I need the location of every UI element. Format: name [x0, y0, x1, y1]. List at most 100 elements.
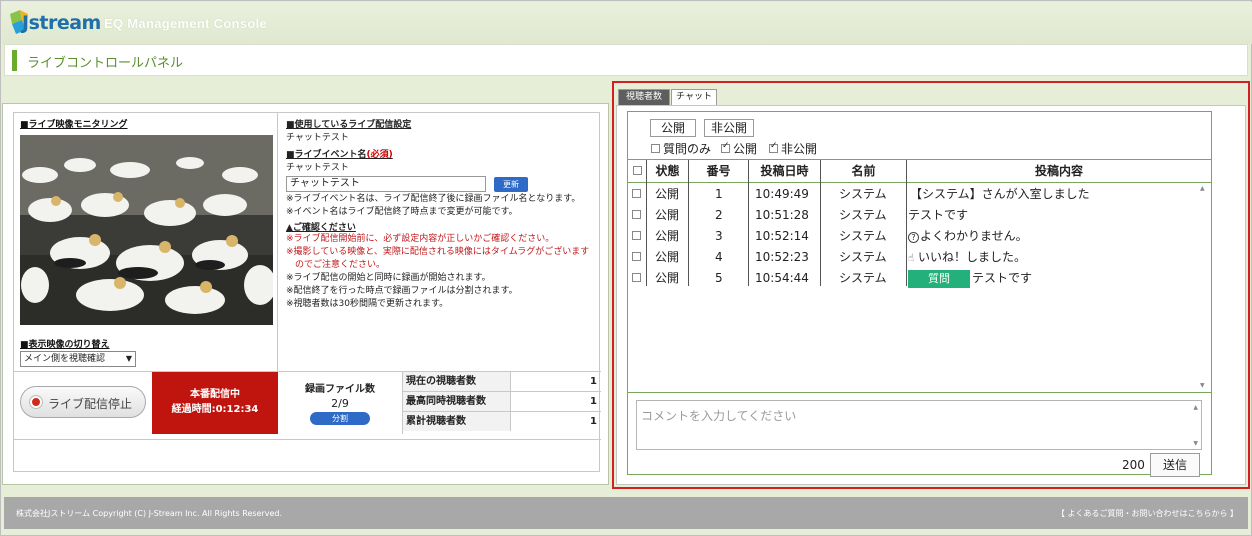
- footer: 株式会社Jストリーム Copyright (C) J-Stream Inc. A…: [4, 497, 1248, 529]
- row-name: システム: [839, 187, 887, 201]
- checkbox-private[interactable]: [769, 141, 778, 153]
- rec-title: 録画ファイル数: [305, 384, 375, 395]
- row-checkbox-box[interactable]: [632, 189, 641, 198]
- scroll-up-icon[interactable]: ▲: [1193, 404, 1198, 411]
- header-name[interactable]: 名前: [821, 160, 907, 183]
- tab-viewers[interactable]: 視聴者数: [618, 89, 670, 105]
- required-mark: (必須): [366, 150, 393, 160]
- dropdown-arrow-icon: ▼: [125, 354, 132, 363]
- row-checkbox[interactable]: [632, 205, 644, 226]
- app-window: Jstream EQ Management Console ライブコントロールパ…: [0, 0, 1252, 536]
- row-name: システム: [839, 250, 887, 264]
- config-value: チャットテスト: [286, 133, 349, 143]
- row-number: 1: [715, 187, 723, 201]
- table-scrollbar[interactable]: ▲ ▼: [1198, 183, 1210, 391]
- event-title: ■ライブイベント名(必須): [286, 147, 600, 160]
- header-select-all[interactable]: [628, 160, 647, 183]
- filter-public-label: 公開: [733, 142, 758, 156]
- elapsed-time: 経過時間:0:12:34: [171, 404, 259, 415]
- table-row[interactable]: 公開 2 10:51:28 システム テストです: [628, 205, 1198, 226]
- send-button[interactable]: 送信: [1150, 453, 1200, 477]
- row-content: いいね！しました。: [918, 250, 1027, 264]
- row-number: 2: [715, 208, 723, 222]
- chat-table: 状態 番号 投稿日時 名前 投稿内容 公開 1 10:49:49 システム 【シ…: [628, 159, 1211, 393]
- faq-link[interactable]: 【 よくあるご質問・お問い合わせはこちらから 】: [1057, 508, 1238, 519]
- config-title: ■使用しているライブ配信設定: [286, 120, 412, 130]
- row-checkbox[interactable]: [632, 247, 644, 268]
- live-status-box: 本番配信中 経過時間:0:12:34: [152, 372, 278, 434]
- question-badge: 質問: [908, 269, 970, 288]
- view-switch-value: メイン側を視聴確認: [24, 354, 106, 364]
- row-checkbox-box[interactable]: [632, 210, 641, 219]
- event-title-text: ■ライブイベント名: [286, 150, 367, 160]
- chat-panel: 視聴者数 チャット 公開 非公開 質問のみ 公開 非公開 状態: [612, 81, 1250, 489]
- table-row[interactable]: 公開 4 10:52:23 システム ☝ いいね！しました。: [628, 247, 1198, 268]
- row-number: 3: [715, 229, 723, 243]
- title-accent: [12, 50, 17, 71]
- switch-title: ■表示映像の切り替え: [20, 340, 110, 350]
- jstream-logo[interactable]: Jstream: [8, 8, 101, 38]
- table-row[interactable]: 公開 3 10:52:14 システム ? よくわかりません。: [628, 226, 1198, 247]
- unpublish-button[interactable]: 非公開: [704, 119, 754, 137]
- record-dot-icon: [30, 396, 42, 408]
- view-switch-select[interactable]: メイン側を視聴確認 ▼: [20, 351, 136, 367]
- event-input-row: チャットテスト 更新: [286, 176, 600, 192]
- update-button[interactable]: 更新: [494, 176, 528, 192]
- checkbox-select-all[interactable]: [632, 166, 642, 175]
- filter-questions[interactable]: 質問のみ: [651, 140, 711, 157]
- filter-private-label: 非公開: [781, 142, 818, 156]
- comment-input[interactable]: コメントを入力してください ▲ ▼: [636, 400, 1202, 450]
- live-video-monitor[interactable]: [20, 135, 273, 325]
- event-name-input[interactable]: チャットテスト: [286, 176, 486, 192]
- table-row[interactable]: 公開 1 10:49:49 システム 【システム】さんが入室しました: [628, 184, 1198, 205]
- header-status[interactable]: 状態: [647, 160, 689, 183]
- row-checkbox-box[interactable]: [632, 273, 641, 282]
- stat-label: 最高同時視聴者数: [403, 392, 511, 411]
- row-time: 10:49:49: [755, 187, 809, 201]
- filter-questions-label: 質問のみ: [663, 142, 712, 156]
- checkbox-questions[interactable]: [651, 144, 660, 153]
- table-row[interactable]: 公開 5 10:54:44 システム 質問 テストです: [628, 268, 1198, 289]
- stop-live-label: ライブ配信停止: [48, 397, 133, 411]
- filter-public[interactable]: 公開: [721, 140, 757, 157]
- header-number[interactable]: 番号: [689, 160, 749, 183]
- scroll-up-icon[interactable]: ▲: [1200, 185, 1205, 192]
- filter-private[interactable]: 非公開: [769, 140, 817, 157]
- info-1: ※ライブ配信の開始と同時に録画が開始されます。: [286, 273, 491, 283]
- monitor-title: ■ライブ映像モニタリング: [20, 120, 128, 130]
- row-time: 10:52:14: [755, 229, 809, 243]
- settings-column: ■使用しているライブ配信設定 チャットテスト ■ライブイベント名(必須) チャッ…: [286, 117, 600, 311]
- stop-live-button[interactable]: ライブ配信停止: [20, 386, 146, 418]
- row-time: 10:52:23: [755, 250, 809, 264]
- checkbox-public[interactable]: [721, 141, 730, 153]
- row-checkbox-box[interactable]: [632, 252, 641, 261]
- page-title-bar: ライブコントロールパネル: [4, 44, 1248, 76]
- row-time: 10:54:44: [755, 271, 809, 285]
- char-count: 200: [1122, 458, 1145, 472]
- row-status: 公開: [655, 187, 680, 201]
- row-checkbox[interactable]: [632, 226, 644, 247]
- viewer-stats: 現在の視聴者数 1 最高同時視聴者数 1 累計視聴者数 1: [403, 372, 601, 434]
- scroll-down-icon[interactable]: ▼: [1200, 382, 1205, 389]
- publish-button[interactable]: 公開: [650, 119, 696, 137]
- warning-3: のでご注意ください。: [286, 260, 386, 270]
- row-number: 5: [715, 271, 723, 285]
- header-content[interactable]: 投稿内容: [907, 160, 1211, 183]
- row-content-cell: 質問 テストです: [908, 268, 1032, 289]
- row-number: 4: [715, 250, 723, 264]
- question-mark-icon: ?: [908, 232, 919, 243]
- row-content: よくわかりません。: [920, 229, 1028, 243]
- header-datetime[interactable]: 投稿日時: [749, 160, 821, 183]
- scroll-down-icon[interactable]: ▼: [1193, 440, 1198, 447]
- row-checkbox-box[interactable]: [632, 231, 641, 240]
- row-checkbox[interactable]: [632, 268, 644, 289]
- stat-peak: 最高同時視聴者数 1: [403, 392, 601, 412]
- stat-current: 現在の視聴者数 1: [403, 372, 601, 392]
- event-current: チャットテスト: [286, 163, 349, 173]
- row-checkbox[interactable]: [632, 184, 644, 205]
- tab-chat[interactable]: チャット: [671, 89, 717, 105]
- split-button[interactable]: 分割: [310, 412, 370, 425]
- live-control-inner: ■ライブ映像モニタリング ■表示映像の切り替え メイン側を視聴確認 ▼ ■使用し…: [13, 112, 601, 472]
- stat-total: 累計視聴者数 1: [403, 412, 601, 432]
- stat-value: 1: [590, 416, 597, 427]
